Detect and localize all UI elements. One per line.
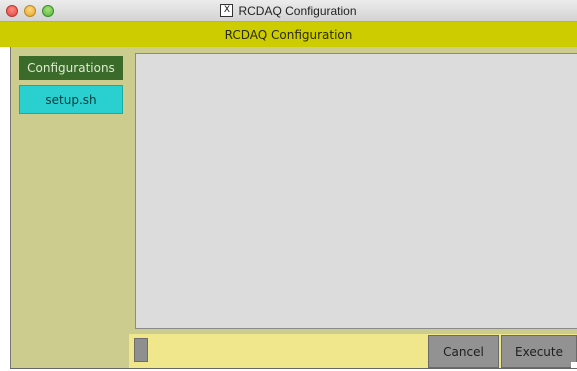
frame-edge-bottom [10, 368, 577, 369]
app-window: X RCDAQ Configuration RCDAQ Configuratio… [0, 0, 577, 369]
configuration-text-area[interactable] [135, 53, 577, 329]
status-indicator [134, 338, 148, 362]
sidebar-heading: Configurations [19, 56, 123, 80]
header-title: RCDAQ Configuration [224, 27, 353, 42]
execute-button[interactable]: Execute [501, 335, 577, 368]
window-title-group: X RCDAQ Configuration [0, 0, 577, 21]
resize-grip[interactable] [571, 362, 577, 368]
sidebar: Configurations setup.sh [11, 47, 129, 369]
cancel-button[interactable]: Cancel [428, 335, 499, 368]
window-title: RCDAQ Configuration [238, 3, 357, 18]
sidebar-item-setup-sh[interactable]: setup.sh [19, 85, 123, 114]
header-banner: RCDAQ Configuration [0, 22, 577, 47]
x11-icon: X [220, 4, 234, 17]
title-bar[interactable]: X RCDAQ Configuration [0, 0, 577, 22]
